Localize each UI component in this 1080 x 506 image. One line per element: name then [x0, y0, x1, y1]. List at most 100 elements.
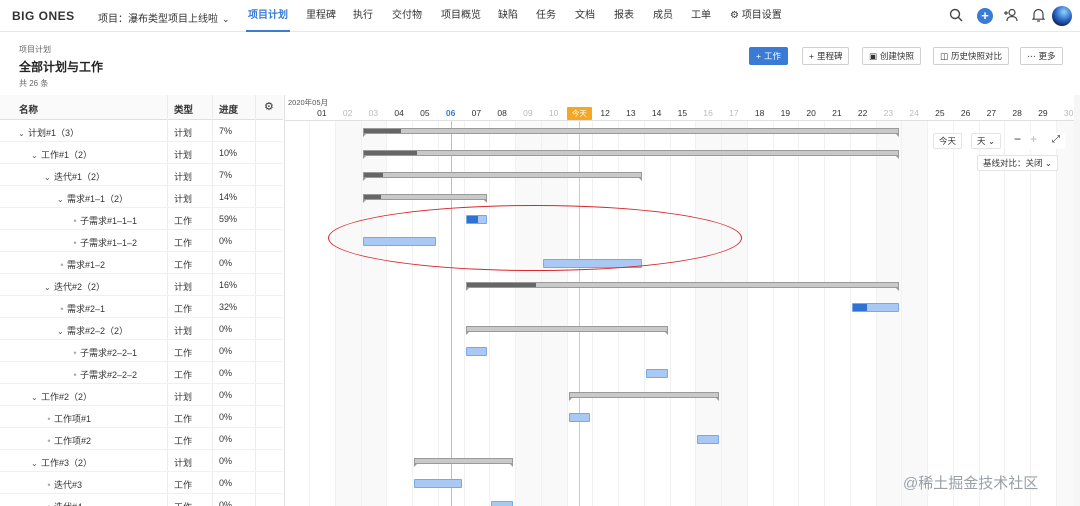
table-row[interactable]: ⌄ 迭代#1（2） 计划 7% — [0, 164, 283, 186]
expand-chevron-icon[interactable]: ⌄ — [44, 283, 54, 292]
tab-deliverables[interactable]: 交付物 — [392, 0, 422, 32]
table-row[interactable]: • 需求#1–2 工作 0% — [0, 252, 283, 274]
bell-icon[interactable] — [1030, 8, 1046, 24]
gantt-task-bar[interactable] — [414, 479, 462, 488]
gantt-task-bar[interactable] — [645, 369, 668, 378]
compare-snapshot-button[interactable]: ◫ 历史快照对比 — [933, 47, 1010, 65]
tab-project-plan[interactable]: 项目计划 — [246, 0, 290, 32]
day-label[interactable]: 21 — [824, 107, 850, 120]
gantt-summary-bar[interactable] — [362, 128, 900, 137]
column-settings-gear-icon[interactable]: ⚙ — [264, 100, 274, 113]
table-row[interactable]: •迭代#4 工作 0% — [0, 494, 283, 506]
table-row[interactable]: ⌄ 工作#3（2） 计划 0% — [0, 450, 283, 472]
table-row[interactable]: • 需求#2–1 工作 32% — [0, 296, 283, 318]
column-header-name[interactable]: 名称 — [19, 102, 38, 116]
fullscreen-icon[interactable]: ⤢ — [1047, 133, 1065, 149]
gantt-summary-bar[interactable] — [362, 194, 488, 203]
expand-chevron-icon[interactable]: ⌄ — [31, 459, 41, 468]
gantt-task-bar[interactable] — [491, 501, 513, 506]
project-selector[interactable]: 项目：瀑布类型项目上线啦 ⌄ — [98, 10, 230, 25]
tab-docs[interactable]: 文档 — [575, 0, 595, 32]
day-label[interactable]: 04 — [386, 107, 412, 120]
time-scale-select[interactable]: 天 ⌄ — [971, 133, 1002, 149]
baseline-compare-select[interactable]: 基线对比：关闭 ⌄ — [977, 155, 1059, 171]
column-header-type[interactable]: 类型 — [174, 102, 193, 116]
day-label[interactable]: 10 — [541, 107, 567, 120]
day-label[interactable]: 17 — [721, 107, 747, 120]
expand-chevron-icon[interactable]: ⌄ — [31, 151, 41, 160]
day-label[interactable]: 09 — [515, 107, 541, 120]
tab-project-settings[interactable]: ⚙ 项目设置 — [730, 0, 782, 32]
gantt-summary-bar[interactable] — [362, 150, 900, 159]
table-row[interactable]: ⌄ 计划#1（3） 计划 7% — [0, 120, 283, 142]
gantt-summary-bar[interactable] — [362, 172, 643, 181]
table-row[interactable]: • 子需求#2–2–2 工作 0% — [0, 362, 283, 384]
day-label[interactable]: 29 — [1030, 107, 1056, 120]
day-label[interactable]: 22 — [850, 107, 876, 120]
brand-logo[interactable]: BIG ONES — [12, 9, 75, 23]
table-row[interactable]: ⌄ 迭代#2（2） 计划 16% — [0, 274, 283, 296]
expand-chevron-icon[interactable]: ⌄ — [57, 327, 67, 336]
add-work-button[interactable]: + 工作 — [749, 47, 788, 65]
day-label[interactable]: 03 — [361, 107, 387, 120]
more-button[interactable]: ⋯ 更多 — [1020, 47, 1063, 65]
breadcrumb[interactable]: 项目计划 — [19, 44, 51, 55]
table-row[interactable]: • 子需求#1–1–2 工作 0% — [0, 230, 283, 252]
expand-chevron-icon[interactable]: ⌄ — [44, 173, 54, 182]
avatar[interactable] — [1052, 6, 1072, 26]
zoom-out-button[interactable]: − — [1009, 133, 1027, 149]
gantt-summary-bar[interactable] — [568, 392, 719, 401]
tab-execution[interactable]: 执行 — [353, 0, 373, 32]
day-label[interactable]: 08 — [489, 107, 515, 120]
gantt-task-bar[interactable] — [568, 413, 591, 422]
day-label[interactable]: 24 — [901, 107, 927, 120]
gantt-task-bar[interactable] — [851, 303, 900, 312]
day-label[interactable]: 27 — [979, 107, 1005, 120]
gantt-summary-bar[interactable] — [465, 326, 668, 335]
tab-tickets[interactable]: 工单 — [691, 0, 711, 32]
tab-reports[interactable]: 报表 — [614, 0, 634, 32]
tab-members[interactable]: 成员 — [653, 0, 673, 32]
create-snapshot-button[interactable]: ▣ 创建快照 — [862, 47, 922, 65]
tab-milestone[interactable]: 里程碑 — [306, 0, 336, 32]
table-row[interactable]: ⌄ 工作#1（2） 计划 10% — [0, 142, 283, 164]
vertical-scrollbar[interactable] — [1074, 95, 1080, 506]
today-marker[interactable]: 今天 — [566, 107, 593, 120]
gantt-task-bar[interactable] — [697, 435, 719, 444]
day-label[interactable]: 16 — [695, 107, 721, 120]
add-member-icon[interactable] — [1003, 8, 1019, 24]
gantt-summary-bar[interactable] — [465, 282, 900, 291]
day-label[interactable]: 23 — [876, 107, 902, 120]
day-label[interactable]: 28 — [1004, 107, 1030, 120]
tab-overview[interactable]: 项目概览 — [441, 0, 481, 32]
day-label[interactable]: 18 — [747, 107, 773, 120]
table-row[interactable]: ⌄ 工作#2（2） 计划 0% — [0, 384, 283, 406]
table-row[interactable]: ⌄ 需求#2–2（2） 计划 0% — [0, 318, 283, 340]
create-plus-icon[interactable]: + — [977, 8, 993, 24]
table-row[interactable]: • 工作项#2 工作 0% — [0, 428, 283, 450]
day-label[interactable]: 05 — [412, 107, 438, 120]
table-row[interactable]: ⌄ 需求#1–1（2） 计划 14% — [0, 186, 283, 208]
table-row[interactable]: • 子需求#2–2–1 工作 0% — [0, 340, 283, 362]
day-label[interactable]: 26 — [953, 107, 979, 120]
add-milestone-button[interactable]: + 里程碑 — [802, 47, 850, 65]
day-label[interactable]: 01 — [309, 107, 335, 120]
day-label[interactable]: 13 — [618, 107, 644, 120]
day-label[interactable]: 06 — [438, 107, 464, 120]
table-row[interactable]: • 工作项#1 工作 0% — [0, 406, 283, 428]
day-label[interactable]: 14 — [644, 107, 670, 120]
day-label[interactable]: 19 — [773, 107, 799, 120]
expand-chevron-icon[interactable]: ⌄ — [31, 393, 41, 402]
day-label[interactable]: 25 — [927, 107, 953, 120]
table-row[interactable]: • 子需求#1–1–1 工作 59% — [0, 208, 283, 230]
gantt-chart[interactable]: 2020年05月 01 02 03 04 05 06 07 08 09 10 今天 12 13 14 15 1… — [284, 95, 1080, 506]
zoom-in-button[interactable]: + — [1025, 133, 1043, 149]
gantt-task-bar[interactable] — [465, 347, 488, 356]
search-icon[interactable] — [948, 8, 964, 24]
jump-today-button[interactable]: 今天 — [933, 133, 963, 149]
day-label[interactable]: 02 — [335, 107, 361, 120]
table-row[interactable]: • 迭代#3 工作 0% — [0, 472, 283, 494]
column-header-progress[interactable]: 进度 — [219, 102, 238, 116]
tab-defects[interactable]: 缺陷 — [498, 0, 518, 32]
day-label[interactable]: 15 — [670, 107, 696, 120]
